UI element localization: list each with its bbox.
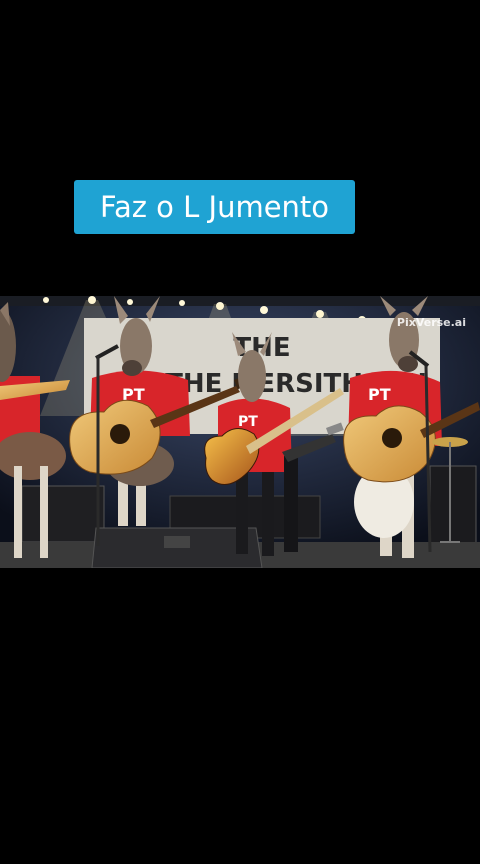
shirt-logo-center: PT — [238, 414, 258, 430]
caption-text: Faz o L Jumento — [99, 190, 330, 224]
concert-scene: THE THE MERSITHORN PT PT PT — [0, 296, 480, 568]
amplifier-right — [429, 465, 477, 547]
video-frame[interactable]: THE THE MERSITHORN PT PT PT PixVerse.ai — [0, 296, 480, 568]
lighting-truss — [0, 296, 480, 306]
amplifier-left — [21, 485, 105, 543]
pixverse-watermark: PixVerse.ai — [396, 316, 466, 329]
caption-banner: Faz o L Jumento — [74, 180, 355, 234]
shirt-logo-right: PT — [368, 385, 391, 404]
